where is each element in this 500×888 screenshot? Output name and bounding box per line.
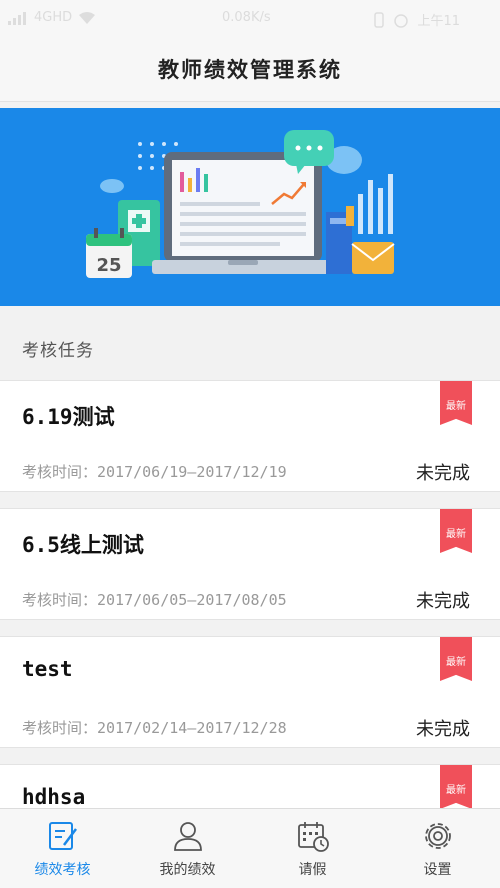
banner-illustration: 25 [86,130,395,278]
nav-label: 请假 [298,861,327,878]
task-status: 未完成 [416,719,470,740]
section-title: 考核任务 [0,322,500,374]
task-time: 考核时间：2017/06/19—2017/12/19 [22,463,287,481]
status-left: 4GHD [8,10,96,25]
new-badge: 最新 [440,381,472,425]
app-header: 教师绩效管理系统 [0,36,500,102]
wifi-icon [79,11,96,24]
task-card[interactable]: 6.19测试 考核时间：2017/06/19—2017/12/19 未完成 最新 [0,380,500,492]
task-card[interactable]: test 考核时间：2017/02/14—2017/12/28 未完成 最新 [0,636,500,748]
gear-icon [424,822,451,849]
task-card[interactable]: 6.5线上测试 考核时间：2017/06/05—2017/08/05 未完成 最… [0,508,500,620]
new-badge: 最新 [440,509,472,553]
vibrate-icon [374,11,385,28]
task-name: hdhsa [22,785,86,809]
edit-icon [48,821,77,850]
nav-item-leave[interactable]: 请假 [250,809,375,888]
status-bar: 4GHD 0.08K/s 上午11 [0,0,500,36]
network-speed: 0.08K/s [222,10,271,25]
new-badge: 最新 [440,765,472,809]
user-icon [173,821,202,851]
clock: 上午11 [417,14,460,29]
nav-item-settings[interactable]: 设置 [375,809,500,888]
calendar-day: 25 [96,255,121,276]
calendar-clock-icon [297,821,329,852]
mail-icon [351,242,395,274]
status-right: 上午11 [373,10,460,29]
nav-label: 我的绩效 [159,861,216,878]
new-badge: 最新 [440,637,472,681]
banner: 25 [0,108,500,306]
nav-item-performance-review[interactable]: 绩效考核 [0,809,125,888]
nav-label: 绩效考核 [34,861,91,878]
task-status: 未完成 [416,591,470,612]
alarm-icon [394,13,409,28]
task-time: 考核时间：2017/02/14—2017/12/28 [22,719,287,737]
network-type: 4GHD [34,10,73,25]
task-name: 6.19测试 [22,405,115,429]
task-time: 考核时间：2017/06/05—2017/08/05 [22,591,287,609]
task-status: 未完成 [416,463,470,484]
task-name: test [22,657,73,681]
page-title: 教师绩效管理系统 [158,56,342,82]
signal-icon [8,11,26,25]
nav-label: 设置 [423,861,452,878]
task-name: 6.5线上测试 [22,533,144,557]
nav-item-my-performance[interactable]: 我的绩效 [125,809,250,888]
bottom-nav: 绩效考核 我的绩效 请假 设置 [0,808,500,888]
